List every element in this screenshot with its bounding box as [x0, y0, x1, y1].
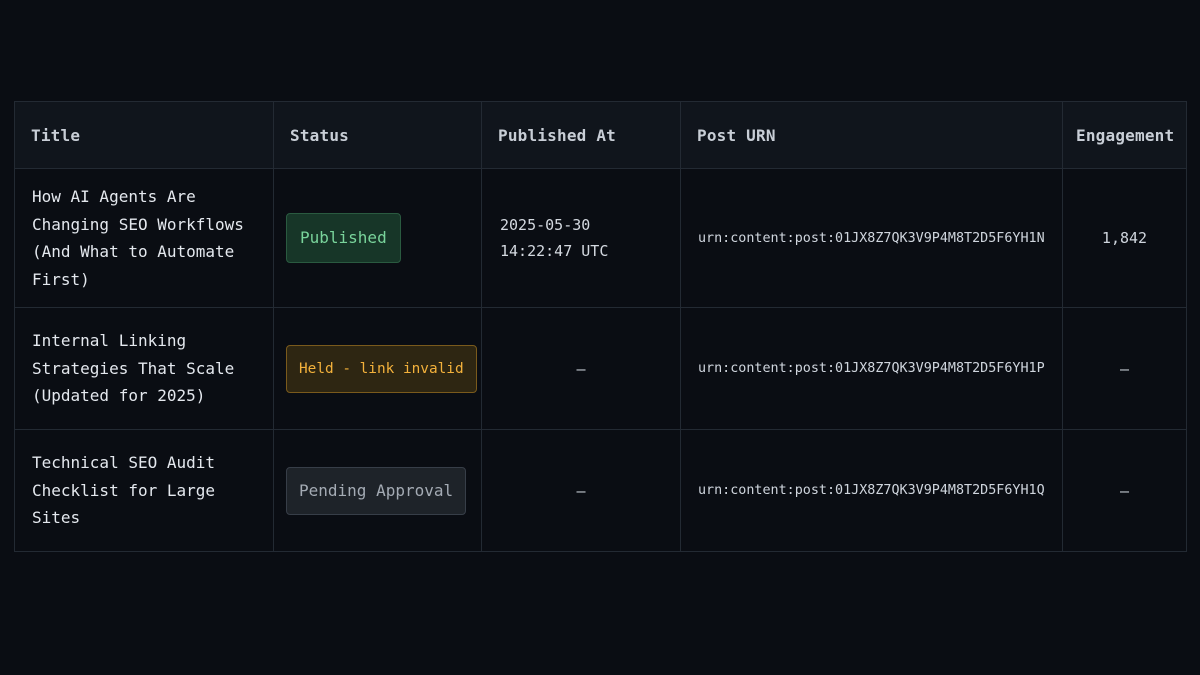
engagement-value: 1,842	[1062, 168, 1187, 308]
status-badge-published: Published	[286, 213, 401, 263]
status-cell: Published	[273, 168, 482, 308]
column-header-post-urn[interactable]: Post URN	[680, 101, 1063, 169]
table-row[interactable]: How AI Agents Are Changing SEO Workflows…	[14, 168, 1187, 308]
published-at: 2025-05-30 14:22:47 UTC	[481, 168, 681, 308]
table-row[interactable]: Internal Linking Strategies That Scale (…	[14, 307, 1187, 430]
post-urn: urn:content:post:01JX8Z7QK3V9P4M8T2D5F6Y…	[680, 307, 1063, 430]
table-header-row: Title Status Published At Post URN Engag…	[14, 101, 1187, 169]
status-badge-held: Held - link invalid	[286, 344, 477, 393]
post-urn: urn:content:post:01JX8Z7QK3V9P4M8T2D5F6Y…	[680, 168, 1063, 308]
post-urn: urn:content:post:01JX8Z7QK3V9P4M8T2D5F6Y…	[680, 429, 1063, 552]
published-at: —	[481, 307, 681, 430]
column-header-title[interactable]: Title	[14, 101, 274, 169]
post-title: How AI Agents Are Changing SEO Workflows…	[14, 168, 274, 308]
post-title: Technical SEO Audit Checklist for Large …	[14, 429, 274, 552]
column-header-published-at[interactable]: Published At	[481, 101, 681, 169]
posts-table: Title Status Published At Post URN Engag…	[14, 101, 1187, 552]
published-at: —	[481, 429, 681, 552]
post-title: Internal Linking Strategies That Scale (…	[14, 307, 274, 430]
column-header-status[interactable]: Status	[273, 101, 482, 169]
status-badge-pending: Pending Approval	[286, 466, 467, 515]
table-row[interactable]: Technical SEO Audit Checklist for Large …	[14, 429, 1187, 552]
engagement-value: —	[1062, 307, 1187, 430]
status-cell: Pending Approval	[273, 429, 482, 552]
engagement-value: —	[1062, 429, 1187, 552]
status-cell: Held - link invalid	[273, 307, 482, 430]
column-header-engagement[interactable]: Engagement	[1062, 101, 1187, 169]
posts-table-container: Title Status Published At Post URN Engag…	[14, 101, 1187, 552]
